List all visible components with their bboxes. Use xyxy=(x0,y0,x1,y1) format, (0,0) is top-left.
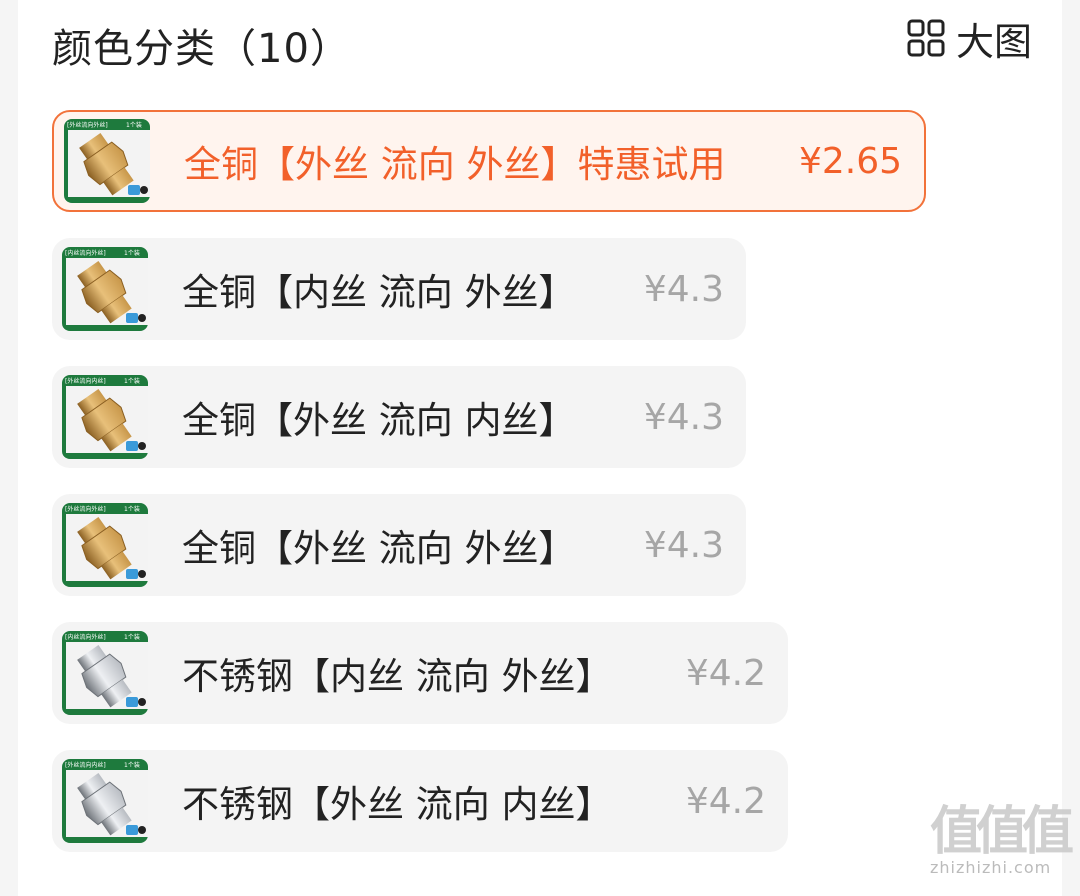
sku-option-label: 不锈钢【内丝 流向 外丝】 xyxy=(182,655,613,698)
watermark-logo: 值值值 xyxy=(930,802,1074,862)
sku-header: 颜色分类（10） 大图 xyxy=(52,12,1032,72)
thumbnail-caption: [外丝流向外丝] xyxy=(67,121,108,129)
fitting-product-image: [外丝流向内丝] 1个装 xyxy=(62,375,148,459)
sku-option-price: ¥4.3 xyxy=(643,396,724,438)
grid-view-icon xyxy=(907,19,945,57)
fitting-product-image: [外丝流向外丝] 1个装 xyxy=(62,503,148,587)
thumbnail-count: 1个装 xyxy=(124,505,140,513)
thumbnail-count: 1个装 xyxy=(124,377,140,385)
sku-option-label: 不锈钢【外丝 流向 内丝】 xyxy=(182,783,613,826)
sku-thumbnail: [外丝流向外丝] 1个装 xyxy=(62,503,148,587)
thumbnail-count: 1个装 xyxy=(124,249,140,257)
fitting-product-image: [外丝流向内丝] 1个装 xyxy=(62,759,148,843)
thumbnail-caption: [外丝流向内丝] xyxy=(65,377,106,385)
thumbnail-count: 1个装 xyxy=(124,761,140,769)
sku-option-item[interactable]: [外丝流向外丝] 1个装全铜【外丝 流向 外丝】 ¥4.3 xyxy=(52,494,746,596)
sku-thumbnail: [外丝流向内丝] 1个装 xyxy=(62,759,148,843)
sku-option-label: 全铜【外丝 流向 外丝】 xyxy=(182,527,576,570)
sku-option-item[interactable]: [内丝流向外丝] 1个装不锈钢【内丝 流向 外丝】 ¥4.2 xyxy=(52,622,788,724)
large-image-toggle[interactable]: 大图 xyxy=(906,14,1032,64)
sku-option-item[interactable]: [外丝流向外丝] 1个装全铜【外丝 流向 外丝】特惠试用 ¥2.65 xyxy=(52,110,926,212)
sku-option-price: ¥4.2 xyxy=(685,652,766,694)
large-image-label: 大图 xyxy=(955,19,1032,64)
fitting-product-image: [外丝流向外丝] 1个装 xyxy=(64,119,150,203)
sku-thumbnail: [内丝流向外丝] 1个装 xyxy=(62,631,148,715)
sku-option-item[interactable]: [内丝流向外丝] 1个装全铜【内丝 流向 外丝】 ¥4.3 xyxy=(52,238,746,340)
sku-thumbnail: [外丝流向外丝] 1个装 xyxy=(64,119,150,203)
sku-option-price: ¥4.2 xyxy=(685,780,766,822)
thumbnail-caption: [外丝流向外丝] xyxy=(65,505,106,513)
sku-option-label: 全铜【外丝 流向 外丝】特惠试用 xyxy=(184,143,726,186)
fitting-product-image: [内丝流向外丝] 1个装 xyxy=(62,631,148,715)
thumbnail-caption: [内丝流向外丝] xyxy=(65,633,106,641)
sku-thumbnail: [内丝流向外丝] 1个装 xyxy=(62,247,148,331)
thumbnail-count: 1个装 xyxy=(126,121,142,129)
thumbnail-count: 1个装 xyxy=(124,633,140,641)
watermark-text: zhizhizhi.com xyxy=(930,858,1052,877)
color-category-title: 颜色分类（10） xyxy=(52,26,351,72)
thumbnail-caption: [外丝流向内丝] xyxy=(65,761,106,769)
thumbnail-caption: [内丝流向外丝] xyxy=(65,249,106,257)
fitting-product-image: [内丝流向外丝] 1个装 xyxy=(62,247,148,331)
site-watermark: 值值值 zhizhizhi.com xyxy=(930,802,1074,886)
sku-option-label: 全铜【外丝 流向 内丝】 xyxy=(182,399,576,442)
sku-thumbnail: [外丝流向内丝] 1个装 xyxy=(62,375,148,459)
sku-option-price: ¥4.3 xyxy=(643,268,724,310)
sku-option-label: 全铜【内丝 流向 外丝】 xyxy=(182,271,576,314)
sku-option-price: ¥2.65 xyxy=(798,140,902,182)
sku-option-item[interactable]: [外丝流向内丝] 1个装全铜【外丝 流向 内丝】 ¥4.3 xyxy=(52,366,746,468)
sku-option-item[interactable]: [外丝流向内丝] 1个装不锈钢【外丝 流向 内丝】 ¥4.2 xyxy=(52,750,788,852)
sku-option-price: ¥4.3 xyxy=(643,524,724,566)
